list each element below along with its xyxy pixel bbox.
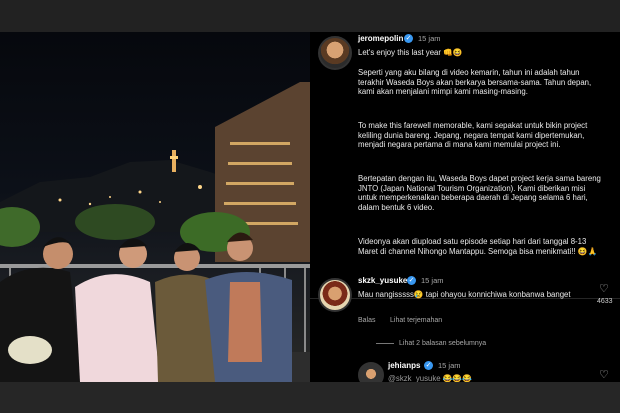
jeromepolin-avatar[interactable] bbox=[318, 36, 352, 70]
skzk-yusuke-avatar[interactable] bbox=[318, 278, 352, 312]
caption-paragraph-3: Bertepatan dengan itu, Waseda Boys dapet… bbox=[358, 174, 601, 212]
caption-paragraph-1: Seperti yang aku bilang di video kemarin… bbox=[358, 68, 592, 97]
comment-1-username[interactable]: skzk_yusuke bbox=[358, 276, 407, 285]
verified-badge-icon: ✓ bbox=[407, 276, 416, 285]
jehianps-avatar[interactable] bbox=[358, 362, 384, 382]
caption-line-1: Let's enjoy this last year 👊😆 bbox=[358, 48, 463, 57]
reply-thread-line bbox=[376, 342, 394, 344]
caption-paragraph-4: Videonya akan diupload satu episode seti… bbox=[358, 237, 598, 256]
reply-button[interactable]: Balas bbox=[358, 317, 376, 324]
view-replies-label: Lihat 2 balasan sebelumnya bbox=[399, 340, 487, 347]
post-time: 15 jam bbox=[418, 34, 441, 43]
top-background-band bbox=[0, 0, 620, 32]
comment-1-time: 15 jam bbox=[421, 276, 444, 285]
comment-2-username[interactable]: jehianps bbox=[388, 361, 420, 370]
comment-2-time: 15 jam bbox=[438, 361, 461, 370]
bottom-background-band bbox=[0, 382, 620, 413]
post-photo bbox=[0, 32, 310, 382]
verified-badge-icon: ✓ bbox=[424, 361, 433, 370]
comment-1-like-count: 4633 bbox=[597, 298, 613, 305]
view-previous-replies-button[interactable]: Lihat 2 balasan sebelumnya bbox=[376, 340, 486, 347]
comment-1-text: Mau nangisssss😢 tapi ohayou konnichiwa k… bbox=[358, 290, 571, 299]
comments-panel: jeromepolin ✓ 15 jam Let's enjoy this la… bbox=[310, 32, 620, 382]
night-cityscape-photo bbox=[0, 82, 310, 382]
heart-icon[interactable]: ♡ bbox=[599, 282, 609, 295]
comment-2-text: @skzk_yusuke 😂😂😂 bbox=[388, 374, 472, 382]
see-translation-button[interactable]: Lihat terjemahan bbox=[390, 317, 442, 324]
caption-paragraph-2: To make this farewell memorable, kami se… bbox=[358, 121, 588, 150]
heart-icon[interactable]: ♡ bbox=[599, 368, 609, 381]
post-username[interactable]: jeromepolin bbox=[358, 34, 403, 43]
verified-badge-icon: ✓ bbox=[404, 34, 413, 43]
